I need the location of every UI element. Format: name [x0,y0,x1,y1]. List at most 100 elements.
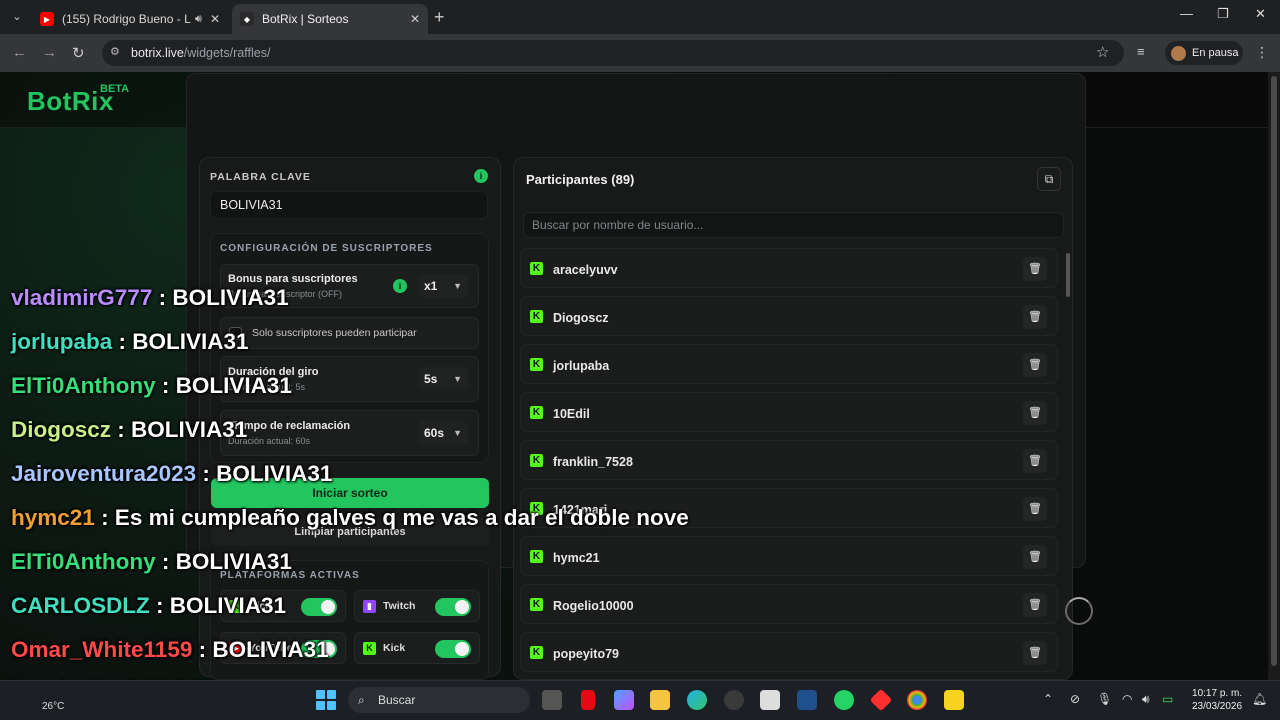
platform-toggle[interactable] [435,598,471,616]
chat-username: CARLOSDLZ [11,593,150,618]
tray-chevron-icon[interactable]: ⌃ [1043,692,1053,706]
url-path: /widgets/raffles/ [183,46,271,60]
edge-icon[interactable] [687,690,707,710]
copilot-icon[interactable] [614,690,634,710]
chevron-down-icon: ▼ [453,281,462,291]
settings-icon[interactable] [724,690,744,710]
claim-time-select[interactable]: 60s ▼ [418,421,468,445]
chat-message: ElTi0Anthony : BOLIVIA31 [11,373,292,399]
url-host: botrix.live [131,46,184,60]
bonus-info-icon[interactable]: i [393,279,407,293]
participant-row: K Diogoscz 🗑︎ [520,296,1058,336]
spin-value: 5s [424,372,438,386]
participant-name: Rogelio10000 [553,599,634,613]
windows-start-icon[interactable] [316,690,336,710]
wifi-icon[interactable]: ◠ [1122,692,1132,706]
participant-search-input[interactable] [523,212,1064,238]
task-view-icon[interactable] [542,690,562,710]
delete-participant-icon[interactable]: 🗑︎ [1023,449,1047,473]
back-icon[interactable]: ← [12,44,27,61]
sticky-notes-icon[interactable] [944,690,964,710]
info-icon[interactable]: i [474,169,488,183]
participant-name: Diogoscz [553,311,609,325]
tab-botrix[interactable]: ◆ BotRix | Sorteos ✕ [232,4,428,34]
profile-button[interactable]: En pausa [1165,41,1243,65]
platform-toggle[interactable] [435,640,471,658]
chat-text: : BOLIVIA31 [192,637,329,662]
delete-participant-icon[interactable]: 🗑︎ [1023,641,1047,665]
url-text[interactable]: botrix.live/widgets/raffles/ [131,46,270,60]
delete-participant-icon[interactable]: 🗑︎ [1023,593,1047,617]
new-tab-icon[interactable]: + [434,7,445,28]
file-explorer-icon[interactable] [650,690,670,710]
netflix-icon[interactable] [581,690,595,710]
platform-name: Twitch [383,600,416,612]
chat-username: hymc21 [11,505,95,530]
keyword-input[interactable] [210,191,488,219]
delete-participant-icon[interactable]: 🗑︎ [1023,353,1047,377]
subscriber-config-label: CONFIGURACIÓN DE SUSCRIPTORES [220,243,433,254]
menu-icon[interactable]: ⋮ [1255,44,1269,61]
delete-participant-icon[interactable]: 🗑︎ [1023,305,1047,329]
delete-participant-icon[interactable]: 🗑︎ [1023,257,1047,281]
weather-temperature[interactable]: 26°C [42,701,64,712]
close-tab-icon[interactable]: ✕ [410,12,420,26]
chat-username: Jairoventura2023 [11,461,197,486]
chat-text: : BOLIVIA31 [152,285,289,310]
close-window-icon[interactable]: ✕ [1255,6,1266,22]
speaker-icon[interactable]: 🔊︎ [195,13,202,26]
microphone-icon[interactable]: 🎙︎ [1097,692,1112,706]
reload-icon[interactable]: ↻ [72,44,85,62]
media-control-icon[interactable]: ≡ [1137,44,1145,59]
participant-list-scrollbar[interactable] [1066,253,1070,297]
taskbar-search[interactable]: ⌕ Buscar [348,687,530,713]
minimize-icon[interactable]: — [1180,6,1193,21]
delete-participant-icon[interactable]: 🗑︎ [1023,401,1047,425]
participants-title: Participantes (89) [526,172,635,187]
beta-badge: BETA [100,83,130,95]
botrix-favicon-icon: ◆ [240,12,254,26]
whatsapp-icon[interactable] [834,690,854,710]
only-subs-label: Solo suscriptores pueden participar [252,327,417,339]
kick-icon: K [530,406,543,419]
notification-bell-icon[interactable]: 🔔︎ [1252,692,1267,706]
keyword-label: PALABRA CLAVE [210,171,311,183]
chat-message: Diogoscz : BOLIVIA31 [11,417,247,443]
battery-icon[interactable]: ▭ [1162,692,1173,706]
chat-text: : BOLIVIA31 [149,593,287,618]
bookmark-star-icon[interactable]: ☆ [1096,43,1109,61]
page-scroll-thumb[interactable] [1271,76,1277,666]
delete-participant-icon[interactable]: 🗑︎ [1023,497,1047,521]
tab-title: BotRix | Sorteos [262,12,349,26]
taskbar-search-label: Buscar [378,693,416,707]
forward-icon[interactable]: → [42,44,57,61]
participant-name: hymc21 [553,551,600,565]
network-off-icon[interactable]: ⊘ [1070,692,1080,706]
site-info-icon[interactable]: ⚙ [110,45,120,58]
chrome-icon[interactable] [907,690,927,710]
chat-message: vladimirG777 : BOLIVIA31 [11,285,289,311]
kick-icon: K [530,262,543,275]
platform-twitch-toggle-row: ▮ Twitch [354,590,480,622]
volume-icon[interactable]: 🔊︎ [1142,692,1150,707]
tab-search-icon[interactable]: ⌄ [8,8,26,26]
participant-name: jorlupaba [553,359,610,373]
spin-duration-select[interactable]: 5s ▼ [418,367,468,391]
taskbar-clock[interactable]: 10:17 p. m. 23/03/2026 [1192,687,1242,713]
store-icon[interactable] [760,690,780,710]
platform-name: Kick [383,642,406,654]
youtube-favicon-icon: ▶ [40,12,54,26]
bonus-value: x1 [424,279,438,293]
participant-row: Kfranklin_7528 🗑︎ [520,440,1058,480]
participant-row: Kjorlupaba 🗑︎ [520,344,1058,384]
copy-icon[interactable]: ⧉ [1037,167,1061,191]
tab-youtube[interactable]: ▶ (155) Rodrigo Bueno - La m 🔊︎ ✕ [32,4,228,34]
chat-message: Jairoventura2023 : BOLIVIA31 [11,461,332,487]
close-tab-icon[interactable]: ✕ [210,12,220,26]
disney-icon[interactable] [797,690,817,710]
delete-participant-icon[interactable]: 🗑︎ [1023,545,1047,569]
bonus-multiplier-select[interactable]: x1 ▼ [418,274,468,298]
chat-text: : BOLIVIA31 [112,329,249,354]
platform-toggle[interactable] [301,598,337,616]
maximize-icon[interactable]: ❐ [1217,6,1229,22]
